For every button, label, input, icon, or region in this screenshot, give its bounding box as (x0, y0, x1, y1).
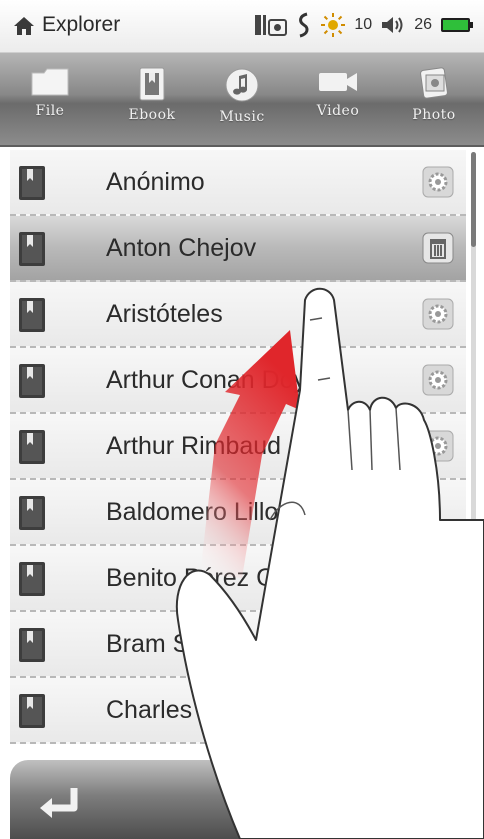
back-button[interactable] (30, 778, 90, 822)
status-icons: 10 26 (254, 10, 474, 40)
list-item[interactable]: Arthur Rimbaud (10, 414, 466, 480)
settings-icon[interactable] (422, 364, 454, 396)
book-icon (19, 562, 45, 596)
book-icon (19, 232, 45, 266)
delete-icon[interactable] (422, 232, 454, 264)
tab-photo[interactable]: Photo (392, 61, 476, 141)
list-item[interactable]: Anónimo (10, 150, 466, 216)
ebook-icon (139, 67, 165, 101)
settings-icon[interactable] (422, 430, 454, 462)
music-icon (225, 68, 259, 102)
list-item-label: Anónimo (106, 168, 205, 196)
list-item[interactable]: Aristóteles (10, 282, 466, 348)
status-bar: Explorer 10 26 (0, 0, 484, 53)
tab-video[interactable]: Video (296, 61, 380, 141)
book-icon (19, 430, 45, 464)
settings-icon[interactable] (422, 298, 454, 330)
tab-photo-label: Photo (412, 107, 456, 123)
photo-icon (420, 67, 448, 99)
book-icon (19, 166, 45, 200)
list-item-label: Aristóteles (106, 300, 223, 328)
book-icon (19, 298, 45, 332)
folder-icon (31, 68, 69, 96)
book-icon (19, 496, 45, 530)
app-title: Explorer (42, 13, 121, 36)
list-item-label: Charles Dickens (106, 696, 289, 724)
list-item-label: Baldomero Lillo (106, 498, 279, 526)
book-icon (19, 364, 45, 398)
list-item[interactable]: Bram Stoker (10, 612, 466, 678)
bottom-bar (10, 760, 484, 839)
list-item-selected[interactable]: Anton Chejov (10, 216, 466, 282)
tab-video-label: Video (316, 103, 360, 119)
volume-icon (382, 17, 403, 33)
list-item-label: Arthur Rimbaud (106, 432, 282, 460)
media-mode-icon (255, 15, 288, 36)
list-item-label: Benito Pérez Galdós (106, 564, 336, 592)
book-icon (19, 694, 45, 728)
list-scrollbar[interactable] (471, 152, 476, 752)
video-icon (319, 73, 357, 91)
battery-icon (441, 18, 473, 32)
list-item[interactable]: Benito Pérez Galdós (10, 546, 466, 612)
repeat-mode-icon (299, 12, 309, 38)
tab-ebook[interactable]: Ebook (110, 61, 194, 141)
list-item-label: Arthur Conan Doyle (106, 366, 326, 394)
home-icon[interactable] (12, 14, 36, 38)
scroll-thumb[interactable] (471, 152, 476, 247)
tab-music-label: Music (219, 109, 265, 125)
book-icon (19, 628, 45, 662)
list-item[interactable]: Baldomero Lillo (10, 480, 466, 546)
tab-music[interactable]: Music (200, 61, 284, 141)
tab-file-label: File (35, 103, 65, 119)
brightness-value: 10 (354, 16, 373, 33)
tab-ebook-label: Ebook (128, 107, 176, 123)
list-item[interactable]: Charles Dickens (10, 678, 466, 744)
ebook-author-list: Anónimo Anton Chejov Aristóteles Arthur … (10, 150, 466, 744)
list-item-label: Anton Chejov (106, 234, 257, 262)
list-item-label: Bram Stoker (106, 630, 245, 658)
category-toolbar: File Ebook Music Video Photo (0, 53, 484, 147)
brightness-icon (321, 13, 346, 37)
list-item[interactable]: Arthur Conan Doyle (10, 348, 466, 414)
tab-file[interactable]: File (8, 61, 92, 141)
settings-icon[interactable] (422, 166, 454, 198)
volume-value: 26 (414, 16, 432, 33)
